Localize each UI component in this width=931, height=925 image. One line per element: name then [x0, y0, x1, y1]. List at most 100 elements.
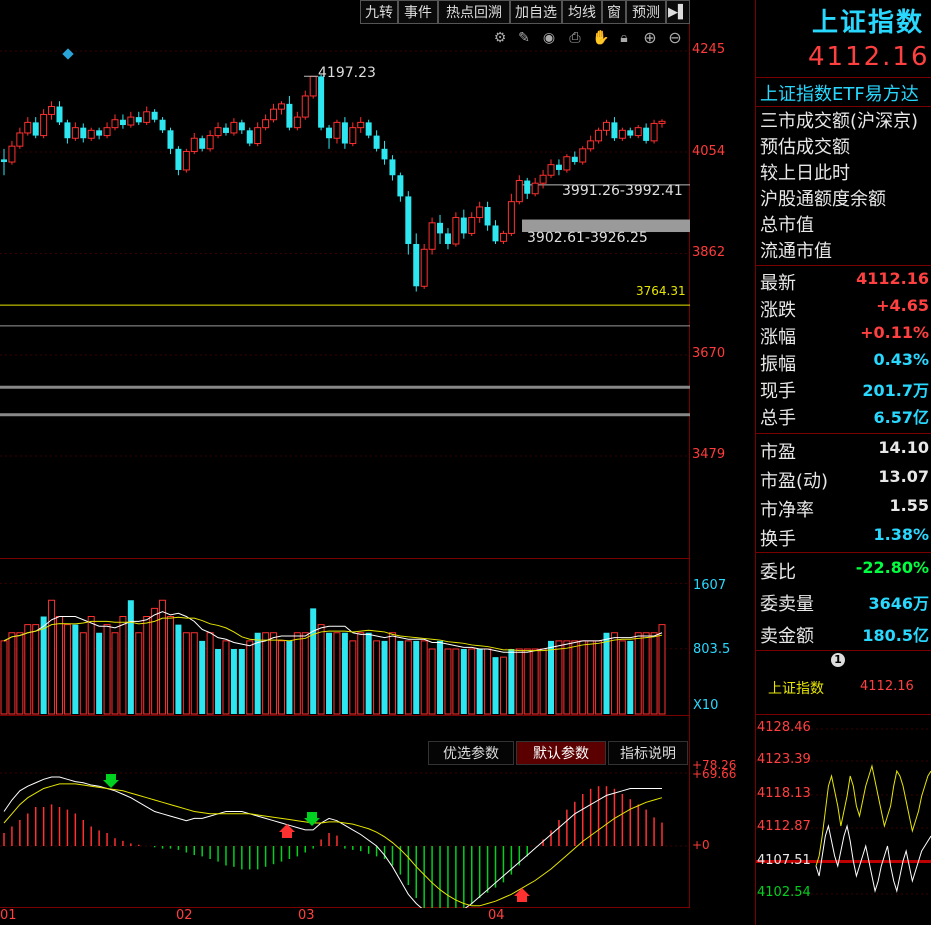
quote-label: 市盈(动) — [760, 471, 829, 492]
candle-body — [167, 130, 174, 149]
quote-label: 委卖量 — [760, 594, 814, 615]
moving-average-button[interactable]: 均线 — [562, 0, 602, 24]
volume-ma5 — [3, 611, 663, 653]
candle-body — [326, 127, 333, 139]
date-label: 04 — [488, 908, 505, 923]
candle-body — [143, 111, 151, 123]
quote-value: 14.10 — [878, 438, 929, 457]
candle-body — [587, 140, 595, 150]
volume-bar — [373, 640, 381, 715]
quote-label: 涨跌 — [760, 300, 796, 321]
related-etf-link[interactable]: 上证指数ETF易方达 — [760, 80, 919, 106]
candle-body — [460, 217, 467, 234]
volume-bar — [317, 624, 325, 715]
volume-bar — [222, 640, 230, 715]
volume-bar — [499, 656, 507, 715]
volume-bar — [182, 632, 190, 715]
tab-indicator-help[interactable]: 指标说明 — [608, 741, 688, 765]
candle-body — [515, 180, 523, 203]
quote-label: 委比 — [760, 562, 796, 583]
quote-value: 1.38% — [873, 525, 929, 544]
tab-default-params[interactable]: 默认参数 — [516, 741, 606, 765]
volume-bar — [159, 599, 167, 715]
volume-bar — [381, 640, 388, 714]
candle-body — [579, 148, 587, 163]
candle-body — [452, 217, 460, 245]
page-badge[interactable]: 1 — [831, 653, 845, 667]
hotspot-review-button[interactable]: 热点回溯 — [438, 0, 510, 24]
buy-signal-icon — [514, 888, 530, 902]
quote-row: 涨跌 +4.65 — [757, 296, 931, 322]
volume-chart[interactable] — [0, 560, 690, 715]
quote-row: 委比 -22.80% — [757, 558, 931, 584]
candle-body — [182, 150, 190, 171]
candle-body — [190, 137, 198, 152]
quote-row: 委卖量 3646万 — [757, 590, 931, 616]
candle-body — [270, 108, 278, 121]
volume-axis-label: 1607 — [693, 578, 727, 593]
quote-label: 换手 — [760, 529, 796, 550]
quote-label: 最新 — [760, 273, 796, 294]
candlestick-chart[interactable] — [0, 24, 690, 558]
volume-bar — [215, 649, 222, 714]
tab-optimized-params[interactable]: 优选参数 — [428, 741, 514, 765]
volume-bar — [32, 624, 40, 715]
candle-body — [357, 121, 365, 129]
volume-bar — [55, 616, 63, 715]
candle-body — [428, 222, 436, 250]
quote-value: 4112.16 — [856, 269, 929, 288]
candle-body — [603, 121, 611, 131]
gap-band — [0, 385, 690, 389]
candle-body — [309, 75, 317, 97]
date-label: 02 — [176, 908, 193, 923]
volume-bar — [24, 624, 32, 715]
candle-body — [499, 232, 507, 242]
price-axis-label: 3670 — [692, 346, 726, 361]
quote-value: 3646万 — [868, 594, 929, 613]
quote-value: 201.7万 — [862, 381, 929, 400]
volume-bar — [143, 616, 151, 715]
candle-body — [571, 156, 578, 163]
quote-label: 涨幅 — [760, 327, 796, 348]
volume-bar — [452, 648, 460, 715]
volume-bar — [103, 624, 111, 715]
volume-bar — [579, 640, 587, 715]
quote-row: 市盈(动) 13.07 — [757, 467, 931, 493]
candle-body — [318, 76, 325, 128]
volume-bar — [523, 648, 531, 715]
volume-bar — [357, 632, 365, 715]
quote-label: 市净率 — [760, 500, 814, 521]
window-button[interactable]: 窗 — [602, 0, 626, 24]
add-watchlist-button[interactable]: 加自选 — [510, 0, 562, 24]
volume-bar — [96, 632, 103, 714]
candle-body — [547, 164, 555, 176]
quote-row: 振幅 0.43% — [757, 350, 931, 376]
quote-row: 换手 1.38% — [757, 525, 931, 551]
volume-unit-label: X10 — [693, 698, 719, 713]
candle-body — [539, 174, 547, 184]
quote-row: 卖金额 180.5亿 — [757, 622, 931, 648]
collapse-panel-icon[interactable]: ▶▌ — [666, 0, 690, 24]
candle-body — [420, 248, 428, 287]
jiuzhuan-button[interactable]: 九转 — [360, 0, 398, 24]
events-button[interactable]: 事件 — [398, 0, 438, 24]
quote-row: 最新 4112.16 — [757, 269, 931, 295]
candle-body — [650, 122, 658, 142]
volume-bar — [238, 649, 245, 714]
info-label: 预估成交额 — [760, 137, 850, 158]
volume-bar — [595, 640, 603, 715]
forecast-button[interactable]: 预测 — [626, 0, 666, 24]
volume-bar — [333, 632, 341, 715]
volume-bar — [206, 632, 214, 715]
volume-bar — [365, 632, 372, 714]
candle-body — [175, 148, 182, 170]
candle-body — [254, 127, 262, 145]
volume-bar — [642, 632, 650, 715]
candle-body — [80, 127, 87, 139]
candle-body — [96, 130, 103, 136]
candle-body — [87, 129, 95, 139]
candle-body — [206, 135, 214, 150]
candle-body — [373, 135, 380, 149]
candle-body — [484, 206, 491, 226]
quote-label: 现手 — [760, 381, 796, 402]
